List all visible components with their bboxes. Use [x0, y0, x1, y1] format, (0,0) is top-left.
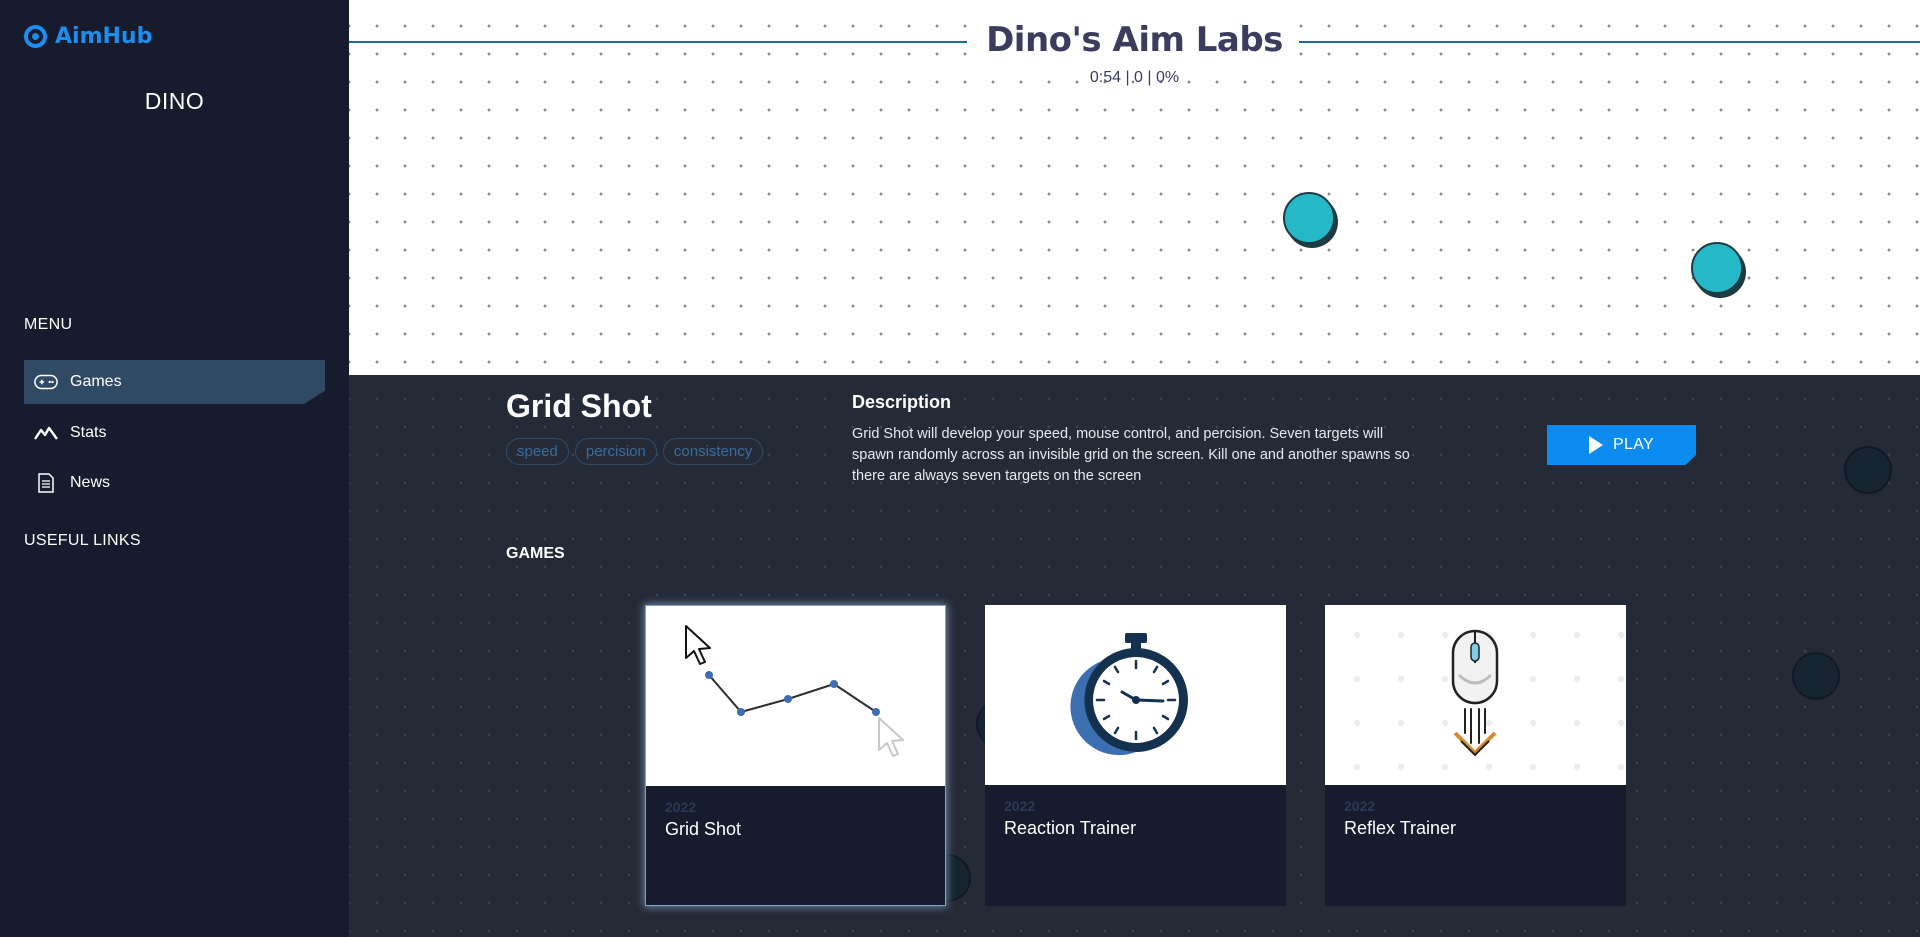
- tag[interactable]: speed: [506, 438, 569, 465]
- game-title: Dino's Aim Labs: [349, 20, 1920, 60]
- card-title: Grid Shot: [665, 819, 742, 839]
- game-card-reflex-trainer[interactable]: 2022 Reflex Trainer: [1325, 605, 1626, 906]
- games-heading: GAMES: [506, 545, 565, 562]
- tag[interactable]: consistency: [662, 438, 764, 465]
- game-card-grid-shot[interactable]: 2022 Grid Shot: [645, 605, 946, 906]
- target[interactable]: [1283, 192, 1335, 244]
- description-text: Grid Shot will develop your speed, mouse…: [852, 426, 1410, 484]
- user-name: DINO: [144, 88, 205, 114]
- target-logo-icon: [24, 25, 47, 48]
- document-icon: [34, 473, 58, 493]
- background-orb: [1844, 446, 1892, 494]
- background-orb: [1792, 652, 1840, 700]
- description-heading: Description: [852, 392, 952, 412]
- cursor-path-icon: [685, 625, 904, 757]
- chart-peaks-icon: [34, 423, 58, 443]
- sidebar-item-games[interactable]: Games: [24, 360, 325, 404]
- play-label: PLAY: [1613, 436, 1654, 453]
- card-year: 2022: [1004, 798, 1036, 814]
- gamepad-icon: [34, 372, 58, 392]
- game-stats: 0:54 | 0 | 0%: [1089, 69, 1180, 86]
- target[interactable]: [1691, 242, 1743, 294]
- card-year: 2022: [1344, 798, 1376, 814]
- sidebar-item-label: Games: [70, 373, 122, 390]
- card-thumbnail: [985, 605, 1286, 785]
- card-title: Reflex Trainer: [1344, 818, 1457, 838]
- sidebar: AimHub DINO MENU Games Stats News USEFUL…: [0, 0, 349, 937]
- sidebar-item-news[interactable]: News: [24, 461, 325, 505]
- game-canvas[interactable]: Dino's Aim Labs 0:54 | 0 | 0%: [349, 0, 1920, 375]
- sidebar-item-stats[interactable]: Stats: [24, 411, 325, 455]
- useful-links-title: USEFUL LINKS: [24, 532, 141, 549]
- card-thumbnail: [646, 606, 945, 786]
- mode-title: Grid Shot: [506, 388, 652, 424]
- tag[interactable]: percision: [574, 438, 657, 465]
- stopwatch-icon: [1070, 633, 1188, 756]
- sidebar-item-label: Stats: [70, 424, 107, 441]
- brand-logo[interactable]: AimHub: [24, 24, 152, 49]
- mode-tags: speed percision consistency: [506, 438, 764, 465]
- card-year: 2022: [665, 799, 697, 815]
- game-card-reaction-trainer[interactable]: 2022 Reaction Trainer: [985, 605, 1286, 906]
- mouse-rocket-icon: [1451, 629, 1499, 757]
- card-thumbnail: [1325, 605, 1626, 785]
- card-title: Reaction Trainer: [1004, 818, 1137, 838]
- brand-name: AimHub: [55, 24, 153, 49]
- play-button[interactable]: PLAY: [1547, 425, 1696, 465]
- sidebar-item-label: News: [70, 474, 111, 491]
- menu-title: MENU: [24, 316, 73, 333]
- play-icon: [1589, 436, 1604, 454]
